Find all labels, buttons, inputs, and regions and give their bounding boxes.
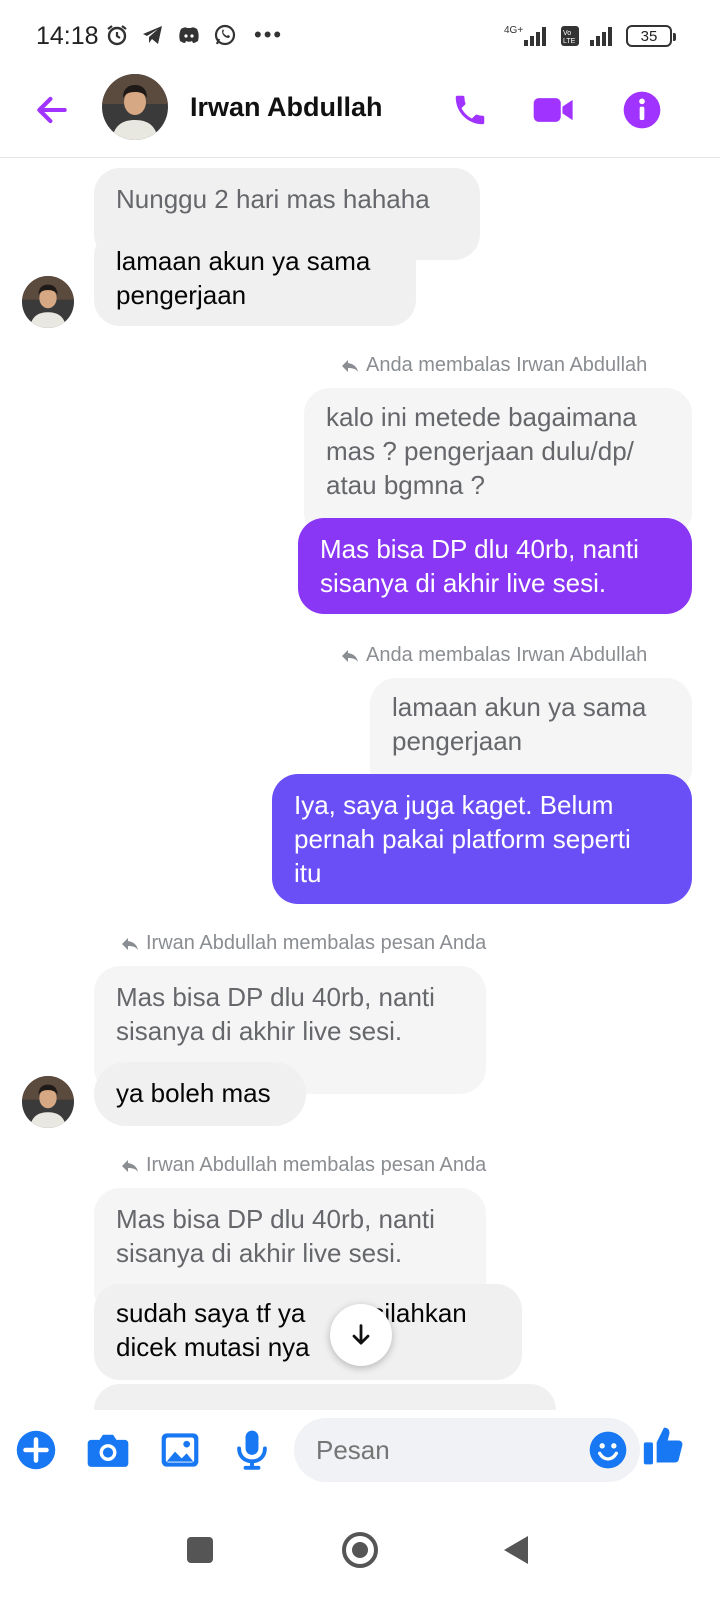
- discord-icon: [176, 22, 202, 48]
- voice-message-button[interactable]: [230, 1428, 274, 1472]
- incoming-message[interactable]: ya boleh mas: [94, 1062, 306, 1126]
- gallery-button[interactable]: [158, 1428, 202, 1472]
- status-time: 14:18: [36, 22, 99, 50]
- whatsapp-icon: [212, 22, 238, 48]
- emoji-button[interactable]: [586, 1428, 630, 1472]
- phone-icon: [455, 95, 485, 125]
- home-button[interactable]: [334, 1524, 386, 1576]
- square-icon: [187, 1537, 213, 1563]
- quoted-text: lamaan akun ya sama: [392, 692, 647, 722]
- outgoing-message[interactable]: Mas bisa DP dlu 40rb, nanti sisanya di a…: [298, 518, 692, 614]
- quoted-text: pengerjaan: [392, 726, 523, 756]
- message-text: pernah pakai platform seperti: [294, 824, 631, 854]
- contact-name[interactable]: Irwan Abdullah: [190, 92, 383, 123]
- smiley-icon: [589, 1431, 627, 1469]
- svg-text:Vo: Vo: [563, 30, 571, 37]
- signal-4g-icon: 4G+: [504, 25, 546, 46]
- home-circle-icon: [342, 1532, 378, 1568]
- quoted-text: sisanya di akhir live sesi.: [116, 1016, 403, 1046]
- sender-avatar[interactable]: [22, 276, 74, 328]
- plus-circle-icon: [16, 1430, 56, 1470]
- triangle-back-icon: [504, 1536, 528, 1564]
- video-camera-icon: [533, 98, 573, 122]
- message-text: dicek mutasi nya: [116, 1332, 310, 1362]
- back-button[interactable]: [30, 88, 74, 132]
- alarm-icon: [104, 22, 130, 48]
- contact-avatar[interactable]: [102, 74, 168, 140]
- message-text: sudah saya tf ya: [116, 1298, 306, 1328]
- message-text: Iya, saya juga kaget. Belum: [294, 790, 614, 820]
- quoted-message[interactable]: kalo ini metede bagaimana mas ? pengerja…: [304, 388, 692, 538]
- quoted-text: mas ? pengerjaan dulu/dp/: [326, 436, 634, 466]
- system-navigation-bar: [0, 1500, 720, 1600]
- telegram-icon: [140, 22, 166, 48]
- reply-icon: [122, 1159, 138, 1172]
- volte-icon: VoLTE: [561, 26, 579, 46]
- quoted-text: Mas bisa DP dlu 40rb, nanti: [116, 982, 435, 1012]
- arrow-down-icon: [352, 1324, 370, 1345]
- svg-text:LTE: LTE: [563, 38, 576, 45]
- message-input-container[interactable]: [294, 1418, 640, 1482]
- incoming-message-partial: [94, 1384, 556, 1410]
- camera-button[interactable]: [86, 1428, 130, 1472]
- recent-apps-button[interactable]: [174, 1524, 226, 1576]
- reply-label-text: Irwan Abdullah membalas pesan Anda: [146, 1154, 487, 1176]
- reply-label: Irwan Abdullah membalas pesan Anda: [120, 932, 486, 955]
- camera-icon: [87, 1434, 129, 1467]
- add-button[interactable]: [14, 1428, 58, 1472]
- quoted-text: atau bgmna ?: [326, 470, 486, 500]
- quoted-text: sisanya di akhir live sesi.: [116, 1238, 403, 1268]
- notification-icons: •••: [104, 22, 283, 48]
- svg-text:4G+: 4G+: [504, 25, 523, 36]
- reply-label-text: Anda membalas Irwan Abdullah: [366, 354, 648, 376]
- thumbs-up-icon: [643, 1427, 683, 1465]
- scroll-to-bottom-button[interactable]: [330, 1304, 392, 1366]
- reply-icon: [342, 649, 358, 662]
- arrow-left-icon: [37, 96, 67, 124]
- info-button[interactable]: [618, 86, 666, 134]
- incoming-message[interactable]: lamaan akun ya sama pengerjaan: [94, 230, 416, 326]
- image-icon: [161, 1433, 199, 1467]
- message-list[interactable]: Nunggu 2 hari mas hahaha lamaan akun ya …: [0, 158, 720, 1410]
- quoted-text: kalo ini metede bagaimana: [326, 402, 637, 432]
- message-input[interactable]: [316, 1432, 566, 1468]
- info-icon: [623, 91, 661, 129]
- incoming-message[interactable]: sudah saya tf ya silahkan dicek mutasi ny…: [94, 1284, 522, 1380]
- reply-label: Anda membalas Irwan Abdullah: [340, 644, 647, 667]
- like-button[interactable]: [642, 1424, 686, 1468]
- system-status: 4G+ Vo LTE 35: [504, 24, 676, 48]
- video-call-button[interactable]: [530, 86, 578, 134]
- message-text: lamaan akun ya sama: [116, 246, 371, 276]
- message-text: Mas bisa DP dlu 40rb, nanti: [320, 534, 639, 564]
- message-text: pengerjaan: [116, 280, 247, 310]
- reply-label: Irwan Abdullah membalas pesan Anda: [120, 1154, 486, 1177]
- battery-icon: 35: [626, 25, 676, 47]
- reply-label: Anda membalas Irwan Abdullah: [340, 354, 647, 377]
- back-nav-button[interactable]: [490, 1524, 542, 1576]
- signal-icon: [590, 27, 612, 46]
- reply-label-text: Irwan Abdullah membalas pesan Anda: [146, 932, 487, 954]
- reply-label-text: Anda membalas Irwan Abdullah: [366, 644, 648, 666]
- status-bar: 14:18 ••• 4G+ Vo LTE 35: [0, 0, 720, 72]
- message-text: itu: [294, 858, 322, 888]
- message-composer: [0, 1410, 720, 1500]
- microphone-icon: [237, 1430, 267, 1470]
- more-notifications-icon: •••: [254, 22, 284, 47]
- sender-avatar[interactable]: [22, 1076, 74, 1128]
- voice-call-button[interactable]: [446, 86, 494, 134]
- outgoing-message[interactable]: Iya, saya juga kaget. Belum pernah pakai…: [272, 774, 692, 904]
- message-text: ya boleh mas: [116, 1078, 271, 1108]
- message-text: Nunggu 2 hari mas hahaha: [116, 184, 430, 214]
- message-text: sisanya di akhir live sesi.: [320, 568, 607, 598]
- chat-header: Irwan Abdullah: [0, 72, 720, 158]
- reply-icon: [122, 937, 138, 950]
- quoted-text: Mas bisa DP dlu 40rb, nanti: [116, 1204, 435, 1234]
- reply-icon: [342, 359, 358, 372]
